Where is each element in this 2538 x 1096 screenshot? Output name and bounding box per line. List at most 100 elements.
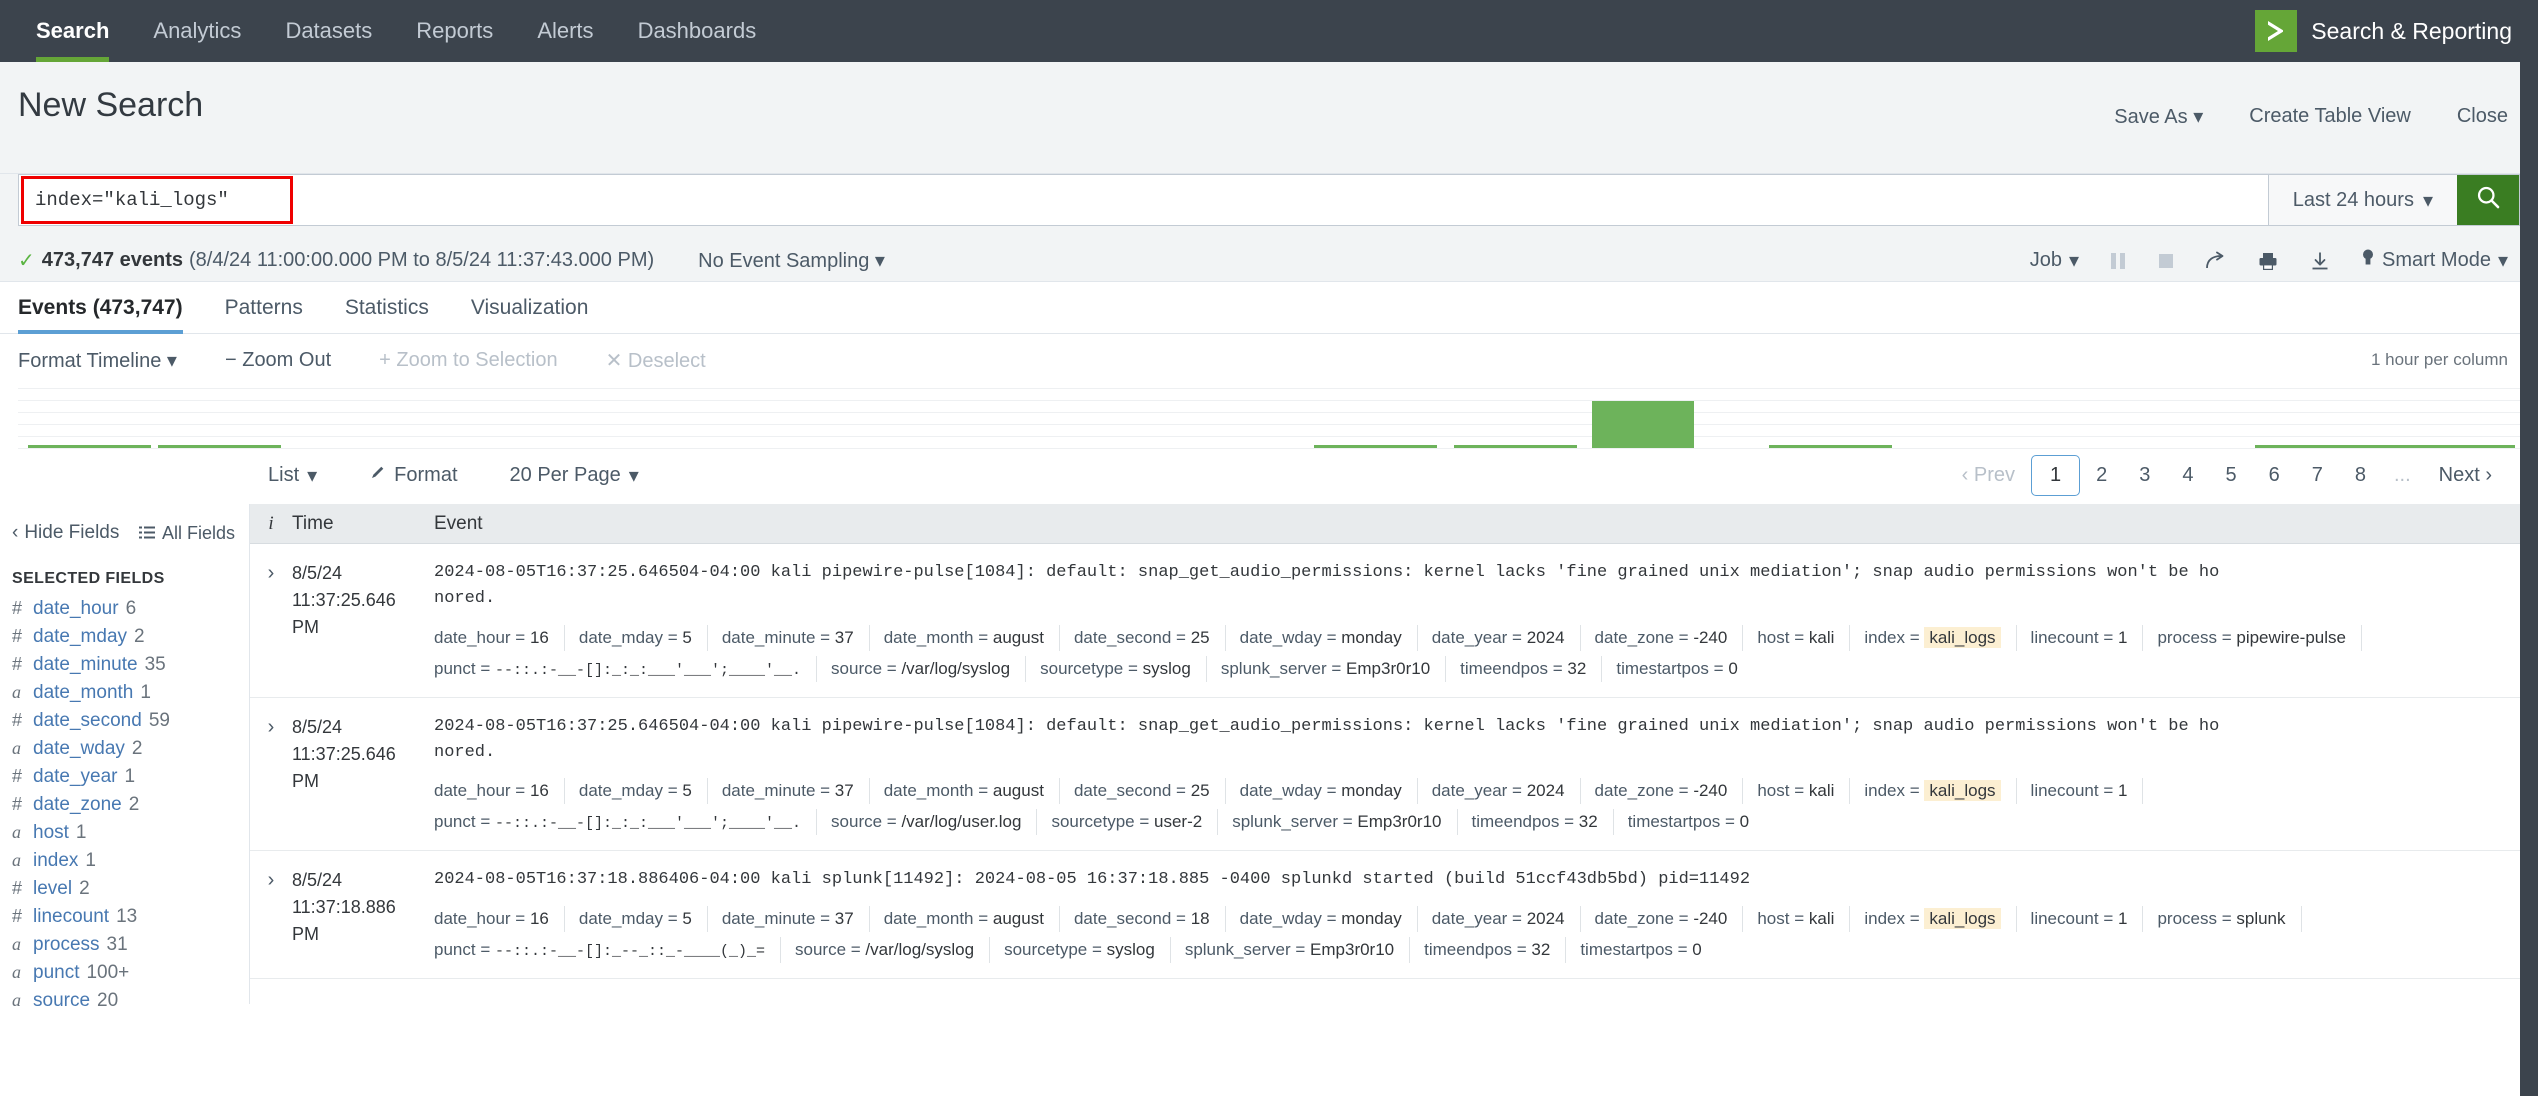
event-field-date_year[interactable]: date_year = 2024 bbox=[1432, 905, 1581, 932]
event-field-linecount[interactable]: linecount = 1 bbox=[2031, 905, 2144, 932]
event-field-date_month[interactable]: date_month = august bbox=[884, 905, 1060, 932]
event-field-process[interactable]: process = splunk bbox=[2157, 905, 2302, 932]
field-item-date_month[interactable]: a date_month 1 bbox=[12, 679, 249, 707]
event-field-source[interactable]: source = /var/log/syslog bbox=[795, 936, 991, 963]
event-field-date_zone[interactable]: date_zone = -240 bbox=[1595, 778, 1744, 805]
tab-statistics[interactable]: Statistics bbox=[345, 296, 447, 333]
header-action-close[interactable]: Close bbox=[2457, 105, 2508, 128]
share-icon[interactable] bbox=[2205, 251, 2227, 271]
event-field-date_year[interactable]: date_year = 2024 bbox=[1432, 624, 1581, 651]
pagination-next[interactable]: Next › bbox=[2423, 458, 2508, 493]
field-item-date_mday[interactable]: # date_mday 2 bbox=[12, 623, 249, 651]
event-field-linecount[interactable]: linecount = 1 bbox=[2031, 778, 2144, 805]
tab-events[interactable]: Events (473,747) bbox=[18, 296, 201, 334]
app-brand[interactable]: Search & Reporting bbox=[2255, 0, 2512, 62]
pagination-page-1[interactable]: 1 bbox=[2030, 455, 2081, 496]
event-field-timeendpos[interactable]: timeendpos = 32 bbox=[1424, 936, 1567, 963]
list-view-dropdown[interactable]: List ▾ bbox=[268, 463, 317, 488]
event-timestamp[interactable]: 8/5/24 11:37:25.646 PM bbox=[292, 560, 408, 687]
tab-patterns[interactable]: Patterns bbox=[225, 296, 321, 333]
expand-row-icon[interactable]: › bbox=[250, 560, 292, 687]
field-item-linecount[interactable]: # linecount 13 bbox=[12, 903, 249, 931]
timeline-bar[interactable] bbox=[1591, 401, 1695, 448]
event-field-date_year[interactable]: date_year = 2024 bbox=[1432, 778, 1581, 805]
stop-icon[interactable] bbox=[2157, 251, 2175, 271]
event-field-sourcetype[interactable]: sourcetype = user-2 bbox=[1051, 809, 1219, 836]
column-header-time[interactable]: Time bbox=[292, 513, 408, 535]
format-results-button[interactable]: Format bbox=[369, 464, 458, 487]
pagination-page-4[interactable]: 4 bbox=[2166, 458, 2209, 493]
pause-icon[interactable] bbox=[2109, 251, 2127, 271]
search-input[interactable] bbox=[19, 175, 2268, 225]
event-field-date_hour[interactable]: date_hour = 16 bbox=[434, 778, 565, 805]
events-timeline-chart[interactable] bbox=[18, 388, 2520, 449]
field-item-date_zone[interactable]: # date_zone 2 bbox=[12, 791, 249, 819]
event-field-timestartpos[interactable]: timestartpos = 0 bbox=[1628, 809, 1764, 835]
per-page-dropdown[interactable]: 20 Per Page ▾ bbox=[510, 463, 639, 488]
event-field-index[interactable]: index = kali_logs bbox=[1864, 778, 2017, 805]
zoom-out-button[interactable]: − Zoom Out bbox=[225, 349, 331, 372]
format-timeline-dropdown[interactable]: Format Timeline ▾ bbox=[18, 348, 177, 373]
event-field-timestartpos[interactable]: timestartpos = 0 bbox=[1616, 656, 1752, 682]
pagination-page-8[interactable]: 8 bbox=[2339, 458, 2382, 493]
event-field-punct[interactable]: punct = --::.:-__-[]:_:_:___'___';____'_… bbox=[434, 809, 818, 836]
job-dropdown[interactable]: Job ▾ bbox=[2030, 248, 2079, 273]
event-timestamp[interactable]: 8/5/24 11:37:18.886 PM bbox=[292, 867, 408, 967]
field-item-punct[interactable]: a punct 100+ bbox=[12, 959, 249, 987]
field-item-date_year[interactable]: # date_year 1 bbox=[12, 763, 249, 791]
event-field-linecount[interactable]: linecount = 1 bbox=[2031, 624, 2144, 651]
field-item-date_second[interactable]: # date_second 59 bbox=[12, 707, 249, 735]
event-field-source[interactable]: source = /var/log/syslog bbox=[831, 655, 1027, 682]
event-field-index[interactable]: index = kali_logs bbox=[1864, 624, 2017, 651]
field-item-host[interactable]: a host 1 bbox=[12, 819, 249, 847]
event-field-timeendpos[interactable]: timeendpos = 32 bbox=[1472, 809, 1614, 836]
event-field-host[interactable]: host = kali bbox=[1757, 624, 1851, 651]
event-field-date_month[interactable]: date_month = august bbox=[884, 624, 1060, 651]
event-field-host[interactable]: host = kali bbox=[1757, 905, 1851, 932]
export-icon[interactable] bbox=[2309, 251, 2331, 271]
field-item-date_hour[interactable]: # date_hour 6 bbox=[12, 595, 249, 623]
event-field-date_zone[interactable]: date_zone = -240 bbox=[1595, 905, 1744, 932]
pagination-page-5[interactable]: 5 bbox=[2209, 458, 2252, 493]
event-field-timestartpos[interactable]: timestartpos = 0 bbox=[1580, 937, 1716, 963]
field-item-process[interactable]: a process 31 bbox=[12, 931, 249, 959]
event-field-date_hour[interactable]: date_hour = 16 bbox=[434, 905, 565, 932]
event-field-date_month[interactable]: date_month = august bbox=[884, 778, 1060, 805]
event-field-date_second[interactable]: date_second = 18 bbox=[1074, 905, 1226, 932]
all-fields-button[interactable]: All Fields bbox=[138, 523, 235, 544]
event-field-date_wday[interactable]: date_wday = monday bbox=[1240, 778, 1418, 805]
event-field-date_wday[interactable]: date_wday = monday bbox=[1240, 905, 1418, 932]
event-field-date_minute[interactable]: date_minute = 37 bbox=[722, 905, 870, 932]
event-field-splunk_server[interactable]: splunk_server = Emp3r0r10 bbox=[1221, 655, 1447, 682]
nav-item-reports[interactable]: Reports bbox=[394, 0, 515, 62]
pagination-page-2[interactable]: 2 bbox=[2080, 458, 2123, 493]
nav-item-search[interactable]: Search bbox=[14, 0, 131, 62]
event-field-splunk_server[interactable]: splunk_server = Emp3r0r10 bbox=[1185, 936, 1411, 963]
print-icon[interactable] bbox=[2257, 251, 2279, 271]
event-field-date_wday[interactable]: date_wday = monday bbox=[1240, 624, 1418, 651]
nav-item-alerts[interactable]: Alerts bbox=[515, 0, 615, 62]
tab-visualization[interactable]: Visualization bbox=[471, 296, 607, 333]
run-search-button[interactable] bbox=[2457, 175, 2519, 225]
field-item-date_minute[interactable]: # date_minute 35 bbox=[12, 651, 249, 679]
event-field-punct[interactable]: punct = --::.:-__-[]:_--_::_-____(_)_= bbox=[434, 936, 782, 963]
event-field-sourcetype[interactable]: sourcetype = syslog bbox=[1040, 655, 1207, 682]
field-item-date_wday[interactable]: a date_wday 2 bbox=[12, 735, 249, 763]
event-field-date_minute[interactable]: date_minute = 37 bbox=[722, 624, 870, 651]
column-header-event[interactable]: Event bbox=[408, 513, 483, 535]
event-field-date_second[interactable]: date_second = 25 bbox=[1074, 624, 1226, 651]
header-action-create-table-view[interactable]: Create Table View bbox=[2249, 105, 2411, 128]
hide-fields-button[interactable]: ‹ Hide Fields bbox=[12, 522, 119, 544]
event-field-splunk_server[interactable]: splunk_server = Emp3r0r10 bbox=[1232, 809, 1458, 836]
expand-row-icon[interactable]: › bbox=[250, 867, 292, 967]
field-item-index[interactable]: a index 1 bbox=[12, 847, 249, 875]
event-sampling-dropdown[interactable]: No Event Sampling ▾ bbox=[698, 248, 885, 273]
nav-item-datasets[interactable]: Datasets bbox=[263, 0, 394, 62]
header-action-save-as[interactable]: Save As ▾ bbox=[2114, 104, 2203, 129]
event-field-sourcetype[interactable]: sourcetype = syslog bbox=[1004, 936, 1171, 963]
event-field-date_minute[interactable]: date_minute = 37 bbox=[722, 778, 870, 805]
event-field-index[interactable]: index = kali_logs bbox=[1864, 905, 2017, 932]
event-field-date_hour[interactable]: date_hour = 16 bbox=[434, 624, 565, 651]
pagination-page-6[interactable]: 6 bbox=[2253, 458, 2296, 493]
time-range-picker[interactable]: Last 24 hours ▾ bbox=[2267, 175, 2457, 225]
